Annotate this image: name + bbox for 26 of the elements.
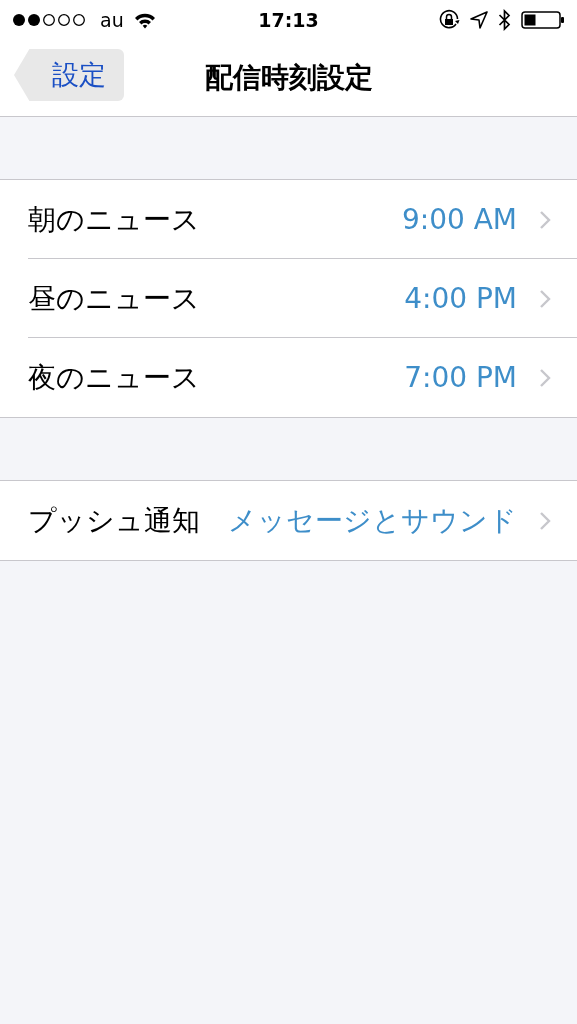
battery-icon xyxy=(521,10,565,30)
location-arrow-icon xyxy=(470,11,488,29)
back-button[interactable]: 設定 xyxy=(14,49,124,101)
settings-row[interactable]: 夜のニュース 7:00 PM xyxy=(0,338,577,417)
clock-time: 17:13 xyxy=(258,9,319,31)
bluetooth-icon xyxy=(498,9,511,31)
row-label: 朝のニュース xyxy=(28,201,200,238)
settings-row[interactable]: 昼のニュース 4:00 PM xyxy=(0,259,577,338)
chevron-icon xyxy=(539,288,551,309)
chevron-icon xyxy=(539,209,551,230)
row-value: 7:00 PM xyxy=(404,361,517,394)
nav-title: 配信時刻設定 xyxy=(204,60,373,96)
rotation-lock-icon xyxy=(438,9,460,31)
chevron-icon xyxy=(539,367,551,388)
carrier-name: au xyxy=(100,9,124,31)
signal-icon xyxy=(12,12,86,28)
row-label: プッシュ通知 xyxy=(28,502,200,539)
settings-row[interactable]: プッシュ通知 メッセージとサウンド xyxy=(0,481,577,560)
chevron-icon xyxy=(539,510,551,531)
row-value: 9:00 AM xyxy=(401,203,517,236)
row-value: メッセージとサウンド xyxy=(228,502,517,539)
row-value: 4:00 PM xyxy=(404,282,517,315)
settings-row[interactable]: 朝のニュース 9:00 AM xyxy=(0,180,577,259)
wifi-icon xyxy=(133,11,156,29)
row-label: 昼のニュース xyxy=(28,280,200,317)
row-label: 夜のニュース xyxy=(28,359,200,396)
